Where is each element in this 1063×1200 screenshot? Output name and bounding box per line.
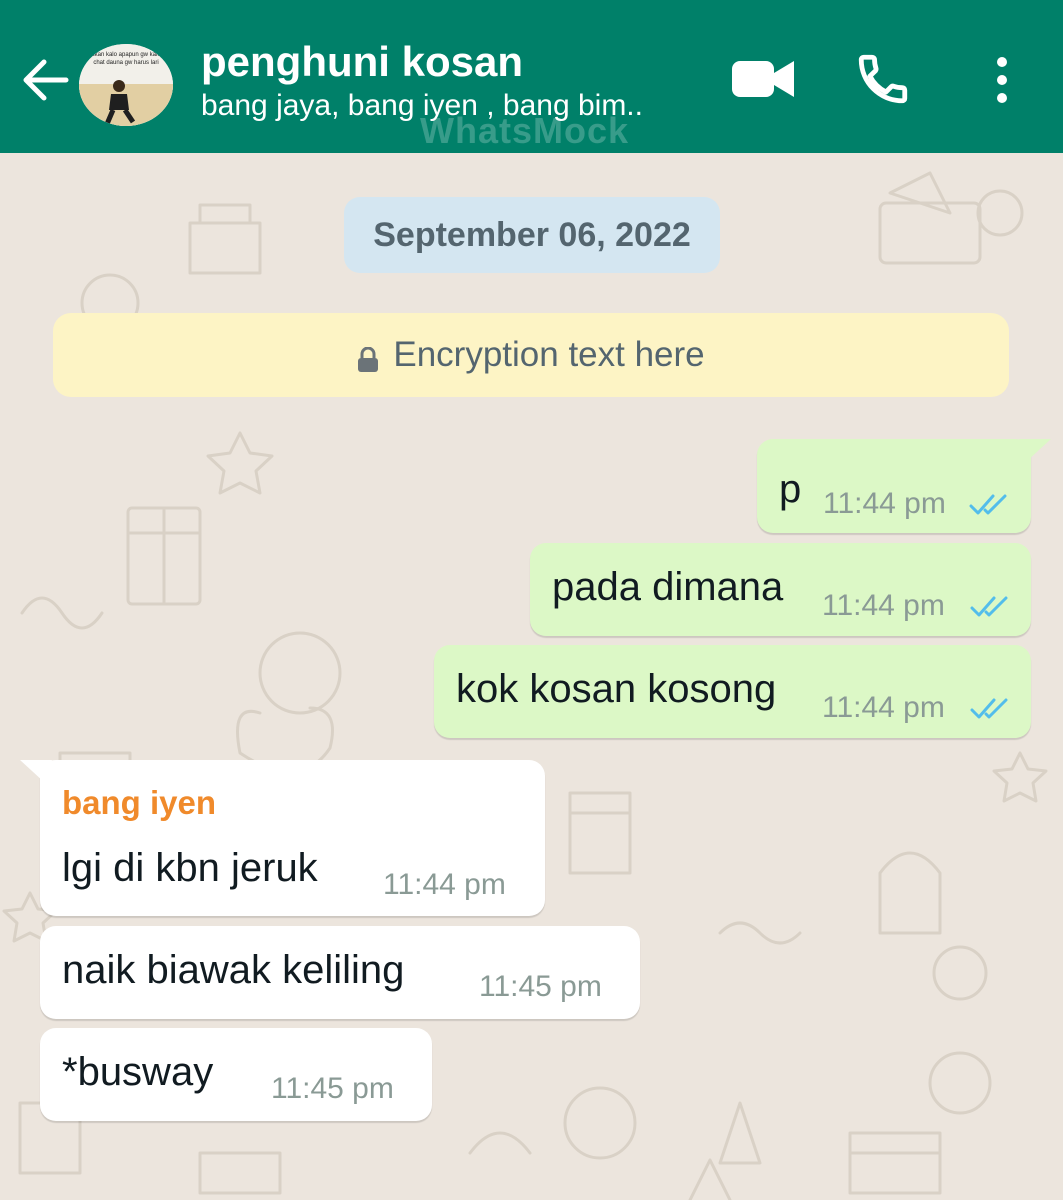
message-time: 11:44 pm: [822, 589, 945, 622]
encryption-text: Encryption text here: [393, 335, 705, 374]
message-time: 11:44 pm: [823, 487, 946, 520]
incoming-message[interactable]: bang iyen lgi di kbn jeruk 11:44 pm: [20, 760, 545, 916]
avatar-caption-line2: chat dauna gw harus lari: [93, 60, 158, 66]
lock-icon: [357, 342, 379, 372]
more-vert-icon[interactable]: [984, 52, 1020, 108]
incoming-message[interactable]: *busway 11:45 pm: [40, 1028, 432, 1121]
bubble-tail: [1019, 439, 1051, 461]
phone-icon[interactable]: [854, 50, 912, 108]
message-text: kok kosan kosong: [456, 667, 777, 711]
encryption-banner[interactable]: Encryption text here: [53, 313, 1009, 397]
double-check-icon: [970, 698, 1008, 719]
date-chip: September 06, 2022: [344, 197, 720, 273]
double-check-icon: [970, 596, 1008, 617]
chat-title[interactable]: penghuni kosan: [201, 38, 523, 86]
message-time: 11:45 pm: [271, 1072, 394, 1105]
chat-area[interactable]: September 06, 2022 Encryption text here …: [0, 153, 1063, 1200]
message-text: pada dimana: [552, 565, 784, 609]
message-text: lgi di kbn jeruk: [62, 846, 318, 890]
message-time: 11:45 pm: [479, 970, 602, 1003]
back-arrow-icon[interactable]: [18, 52, 74, 108]
message-time: 11:44 pm: [822, 691, 945, 724]
video-camera-icon[interactable]: [730, 57, 796, 101]
sender-name[interactable]: bang iyen: [62, 784, 216, 822]
double-check-icon: [969, 494, 1007, 515]
outgoing-message[interactable]: pada dimana 11:44 pm: [530, 543, 1031, 636]
message-text: p: [779, 467, 802, 511]
avatar-caption-line1: akan kalo apapun gw kalo: [91, 52, 161, 58]
group-avatar[interactable]: akan kalo apapun gw kalo chat dauna gw h…: [79, 44, 173, 126]
outgoing-message[interactable]: p 11:44 pm: [757, 439, 1051, 533]
message-text: naik biawak keliling: [62, 948, 405, 992]
watermark: WhatsMock: [420, 110, 630, 151]
outgoing-message[interactable]: kok kosan kosong 11:44 pm: [434, 645, 1031, 738]
incoming-message[interactable]: naik biawak keliling 11:45 pm: [40, 926, 640, 1019]
bubble-tail: [20, 760, 52, 782]
message-time: 11:44 pm: [383, 868, 506, 901]
message-text: *busway: [62, 1050, 214, 1094]
chat-header: akan kalo apapun gw kalo chat dauna gw h…: [0, 0, 1063, 153]
